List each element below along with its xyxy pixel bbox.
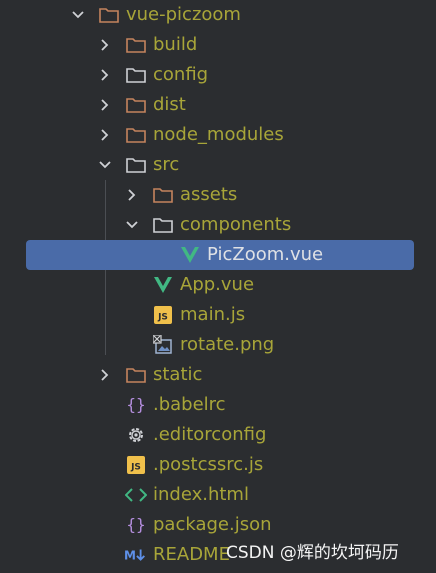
js-file-icon: JS	[124, 450, 148, 480]
vue-icon	[178, 240, 202, 270]
chevron-right-icon[interactable]	[96, 360, 114, 390]
vue-icon	[151, 270, 175, 300]
svg-text:JS: JS	[157, 313, 168, 323]
tree-item-label: PicZoom.vue	[207, 244, 324, 265]
tree-item-build[interactable]: build	[0, 30, 436, 60]
js-file-icon: JS	[151, 300, 175, 330]
chevron-down-icon[interactable]	[69, 0, 87, 30]
tree-item-label: App.vue	[180, 274, 255, 295]
tree-item-vue-piczoom[interactable]: vue-piczoom	[0, 0, 436, 30]
markdown-icon: M	[124, 540, 148, 570]
braces-icon: {}	[124, 390, 148, 420]
tree-item-config[interactable]: config	[0, 60, 436, 90]
tree-item-package-json[interactable]: {} package.json	[0, 510, 436, 540]
tree-item-main-js[interactable]: JS main.js	[0, 300, 436, 330]
csdn-watermark: CSDN @辉的坎坷码历	[226, 543, 399, 563]
tree-item-label: build	[153, 34, 198, 55]
folder-brown-icon	[124, 360, 148, 390]
tree-item-src[interactable]: src	[0, 150, 436, 180]
tree-item-label: components	[180, 214, 292, 235]
svg-text:{}: {}	[126, 515, 145, 534]
tree-item-label: node_modules	[153, 124, 284, 145]
tree-item-index-html[interactable]: index.html	[0, 480, 436, 510]
project-tree: vue-piczoom build config dist node_modul…	[0, 0, 436, 573]
folder-brown-icon	[124, 90, 148, 120]
html-icon	[124, 480, 148, 510]
svg-text:JS: JS	[130, 463, 141, 473]
tree-item-label: config	[153, 64, 209, 85]
tree-item-label: index.html	[153, 484, 249, 505]
tree-item-label: package.json	[153, 514, 272, 535]
tree-item-editorconfig[interactable]: .editorconfig	[0, 420, 436, 450]
folder-brown-icon	[151, 180, 175, 210]
chevron-down-icon[interactable]	[123, 210, 141, 240]
tree-item-label: .babelrc	[153, 394, 226, 415]
tree-item-label: rotate.png	[180, 334, 275, 355]
tree-item-label: README	[153, 544, 230, 565]
tree-item-label: main.js	[180, 304, 246, 325]
chevron-down-icon[interactable]	[96, 150, 114, 180]
folder-outline-icon	[151, 210, 175, 240]
tree-item-node-modules[interactable]: node_modules	[0, 120, 436, 150]
chevron-right-icon[interactable]	[96, 60, 114, 90]
svg-text:M: M	[124, 549, 136, 563]
tree-item-label: src	[153, 154, 180, 175]
tree-item-label: .editorconfig	[153, 424, 267, 445]
folder-brown-icon	[124, 120, 148, 150]
chevron-right-icon[interactable]	[96, 90, 114, 120]
tree-item-static[interactable]: static	[0, 360, 436, 390]
folder-brown-icon	[124, 30, 148, 60]
folder-brown-icon	[97, 0, 121, 30]
tree-item-label: .postcssrc.js	[153, 454, 264, 475]
chevron-right-icon[interactable]	[96, 30, 114, 60]
tree-item-label: dist	[153, 94, 186, 115]
folder-outline-icon	[124, 60, 148, 90]
image-file-icon	[151, 330, 175, 360]
gear-icon	[124, 420, 148, 450]
chevron-right-icon[interactable]	[96, 120, 114, 150]
chevron-right-icon[interactable]	[123, 180, 141, 210]
tree-item-label: static	[153, 364, 203, 385]
tree-item-postcssrc-js[interactable]: JS .postcssrc.js	[0, 450, 436, 480]
tree-item-assets[interactable]: assets	[0, 180, 436, 210]
svg-text:{}: {}	[126, 395, 145, 414]
tree-item-label: vue-piczoom	[126, 4, 241, 25]
tree-item-app-vue[interactable]: App.vue	[0, 270, 436, 300]
tree-item-rotate-png[interactable]: rotate.png	[0, 330, 436, 360]
tree-item-piczoom-vue[interactable]: PicZoom.vue	[0, 240, 436, 270]
folder-outline-icon	[124, 150, 148, 180]
tree-item-dist[interactable]: dist	[0, 90, 436, 120]
braces-icon: {}	[124, 510, 148, 540]
tree-item-babelrc[interactable]: {} .babelrc	[0, 390, 436, 420]
tree-item-label: assets	[180, 184, 238, 205]
tree-item-components[interactable]: components	[0, 210, 436, 240]
